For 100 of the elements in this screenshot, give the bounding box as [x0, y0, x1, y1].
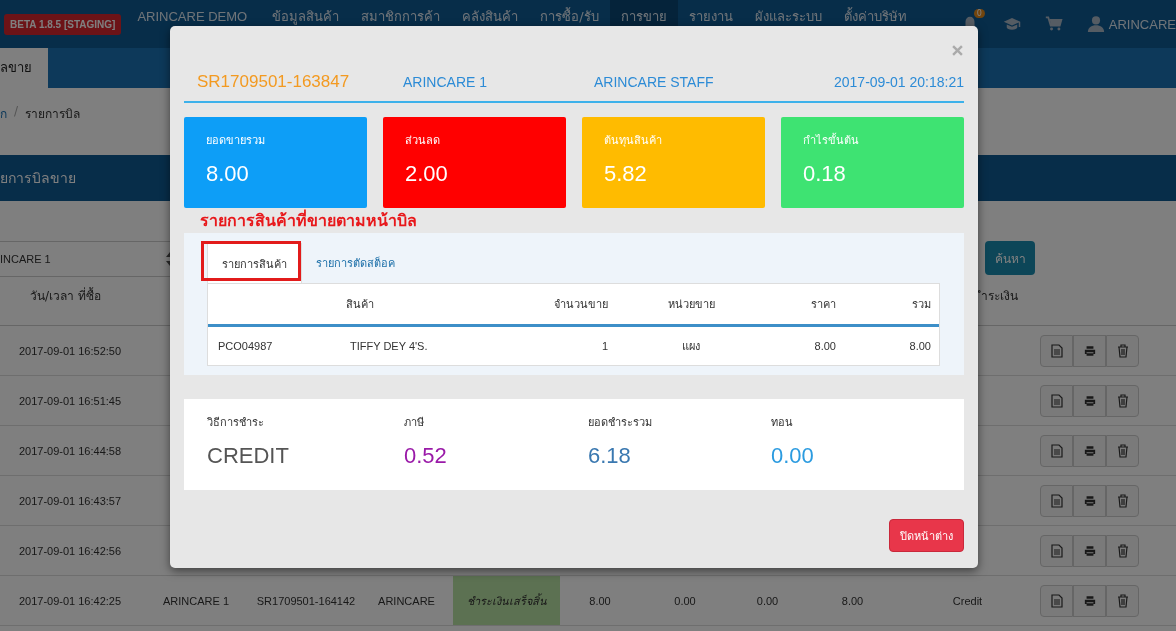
- document-icon: [1050, 543, 1063, 558]
- table-cell: 0.00: [674, 594, 696, 607]
- card-value: 0.18: [803, 161, 847, 187]
- trash-icon: [1116, 493, 1129, 508]
- table-cell: 8.00: [841, 594, 864, 607]
- table-cell: ARINCARE: [378, 594, 435, 607]
- delete-button[interactable]: [1106, 384, 1139, 417]
- payment-label: ยอดชำระรวม: [588, 415, 653, 431]
- document-icon: [1050, 343, 1063, 358]
- section-title: ยการบิลขาย: [0, 169, 76, 188]
- print-button[interactable]: [1073, 334, 1106, 367]
- column-header: ราคา: [811, 298, 836, 310]
- printer-icon: [1083, 543, 1096, 558]
- view-button[interactable]: [1040, 584, 1073, 617]
- tab[interactable]: รายการตัดสต็อค: [302, 243, 409, 283]
- annotation-text: รายการสินค้าที่ขายตามหน้าบิล: [199, 208, 418, 232]
- breadcrumb-separator: /: [14, 104, 19, 118]
- payment-label: ทอน: [771, 415, 794, 431]
- view-button[interactable]: [1040, 534, 1073, 567]
- table-cell: ARINCARE 1: [163, 594, 229, 607]
- column-header: รวม: [912, 298, 931, 310]
- print-button[interactable]: [1073, 534, 1106, 567]
- close-window-button[interactable]: ปิดหน้าต่าง: [889, 519, 964, 552]
- table-cell: 1: [601, 340, 608, 352]
- printer-icon: [1083, 343, 1096, 358]
- card-label: ยอดขายรวม: [206, 133, 266, 149]
- table-cell: 2017-09-01 16:43:57: [18, 494, 122, 507]
- card-value: 5.82: [604, 161, 648, 187]
- table-cell: 2017-09-01 16:42:56: [18, 544, 122, 557]
- column-header: หน่วยขาย: [667, 298, 715, 310]
- table-cell: แผง: [682, 340, 700, 352]
- payment-value: CREDIT: [207, 443, 290, 469]
- delete-button[interactable]: [1106, 484, 1139, 517]
- user-menu[interactable]: ARINCARE: [1108, 16, 1176, 32]
- search-button[interactable]: ค้นหา: [985, 241, 1035, 275]
- printer-icon: [1083, 393, 1096, 408]
- view-button[interactable]: [1040, 484, 1073, 517]
- trash-icon: [1116, 343, 1129, 358]
- card-value: 8.00: [206, 161, 250, 187]
- card-label: ส่วนลด: [405, 133, 441, 149]
- column-header: วัน/เวลา ที่ซื้อ: [30, 286, 101, 305]
- status-cell: ชำระเงินเสร็จสิ้น: [453, 576, 560, 625]
- document-icon: [1050, 493, 1063, 508]
- print-button[interactable]: [1073, 384, 1106, 417]
- payment-value: 0.00: [771, 443, 815, 469]
- payment-label: ภาษี: [404, 415, 425, 431]
- print-button[interactable]: [1073, 584, 1106, 617]
- trash-icon: [1116, 393, 1129, 408]
- table-cell: 0.00: [756, 594, 779, 607]
- version-badge: BETA 1.8.5 [STAGING]: [4, 13, 122, 35]
- trash-icon: [1116, 443, 1129, 458]
- table-cell: SR1709501-164142: [256, 594, 356, 607]
- table-cell: Credit: [952, 594, 983, 607]
- delete-button[interactable]: [1106, 434, 1139, 467]
- brand-link[interactable]: ARINCARE DEMO: [137, 9, 248, 24]
- view-button[interactable]: [1040, 384, 1073, 417]
- column-header: สินค้า: [346, 298, 374, 310]
- trash-icon: [1116, 593, 1129, 608]
- payment-value: 0.52: [404, 443, 448, 469]
- bill-number: SR1709501-163847: [197, 72, 351, 92]
- print-button[interactable]: [1073, 484, 1106, 517]
- payment-label: วิธีการชำระ: [207, 415, 265, 431]
- table-cell: 2017-09-01 16:51:45: [18, 394, 122, 407]
- view-button[interactable]: [1040, 334, 1073, 367]
- breadcrumb-current: รายการบิล: [25, 106, 81, 123]
- column-header: จำนวนขาย: [554, 298, 608, 310]
- user-icon[interactable]: [1086, 15, 1105, 33]
- card-label: กำไรขั้นต้น: [803, 132, 860, 149]
- notification-badge: 0: [973, 9, 985, 18]
- table-cell: 2017-09-01 16:52:50: [18, 344, 122, 357]
- staff-name: ARINCARE STAFF: [594, 74, 715, 90]
- printer-icon: [1083, 593, 1096, 608]
- printer-icon: [1083, 443, 1096, 458]
- card-value: 2.00: [405, 161, 449, 187]
- table-cell: TIFFY DEY 4'S.: [350, 340, 428, 352]
- view-button[interactable]: [1040, 434, 1073, 467]
- card-label: ต้นทุนสินค้า: [604, 133, 663, 149]
- print-button[interactable]: [1073, 434, 1106, 467]
- payment-value: 6.18: [588, 443, 632, 469]
- breadcrumb-link[interactable]: ก: [0, 104, 7, 123]
- delete-button[interactable]: [1106, 534, 1139, 567]
- delete-button[interactable]: [1106, 584, 1139, 617]
- document-icon: [1050, 593, 1063, 608]
- document-icon: [1050, 393, 1063, 408]
- close-icon[interactable]: [952, 45, 963, 56]
- sub-nav-tab[interactable]: ลขาย: [0, 48, 48, 88]
- trash-icon: [1116, 543, 1129, 558]
- table-cell: 8.00: [589, 594, 611, 607]
- table-cell: 8.00: [909, 340, 931, 352]
- table-cell: 2017-09-01 16:44:58: [18, 444, 122, 457]
- graduation-cap-icon[interactable]: [1002, 15, 1021, 33]
- printer-icon: [1083, 493, 1096, 508]
- cart-icon[interactable]: [1044, 15, 1063, 33]
- branch-name: ARINCARE 1: [403, 74, 489, 90]
- table-cell: PCO04987: [218, 340, 273, 352]
- delete-button[interactable]: [1106, 334, 1139, 367]
- table-cell: 2017-09-01 16:42:25: [18, 594, 122, 607]
- table-cell: 8.00: [814, 340, 836, 352]
- bill-datetime: 2017-09-01 20:18:21: [834, 74, 964, 90]
- document-icon: [1050, 443, 1063, 458]
